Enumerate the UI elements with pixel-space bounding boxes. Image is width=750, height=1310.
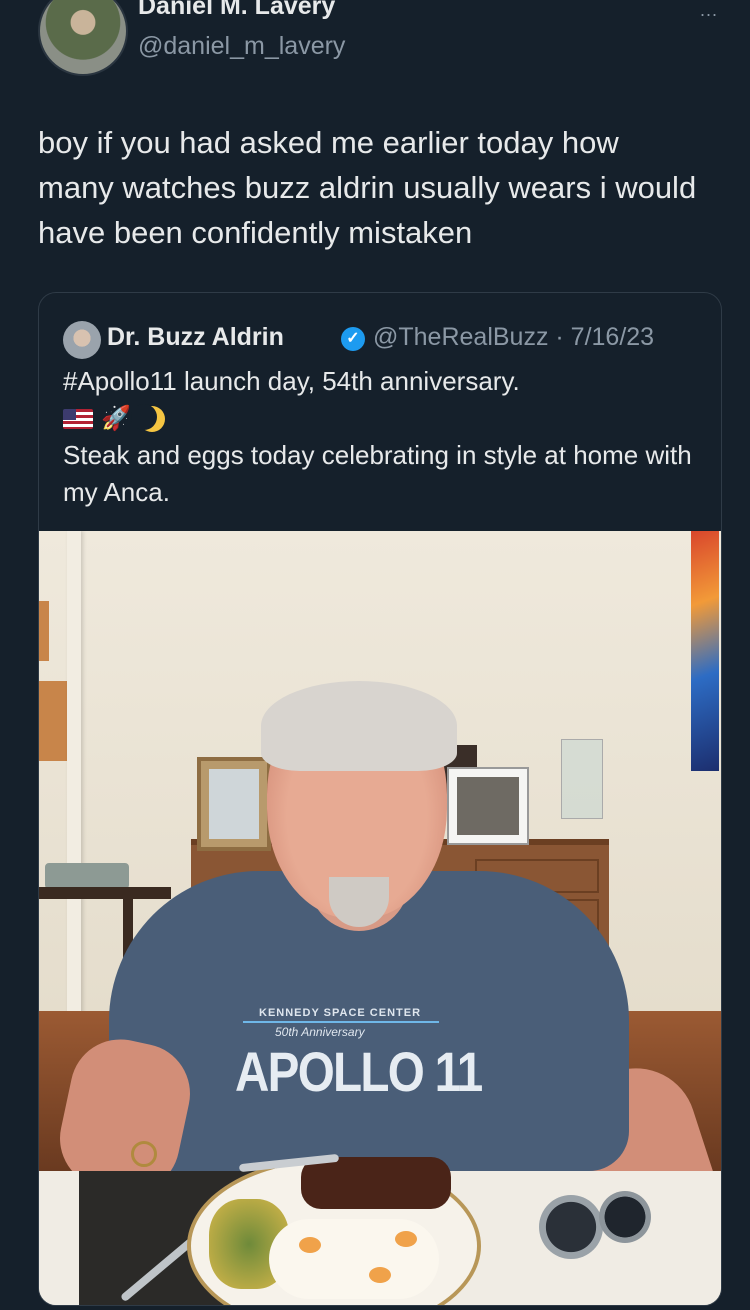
photo-watch bbox=[539, 1195, 603, 1259]
more-options-icon[interactable]: ... bbox=[700, 0, 718, 21]
quoted-tweet-header: Dr. Buzz Aldrin ✓ @TheRealBuzz · 7/16/23 bbox=[63, 317, 713, 359]
shirt-text-anniversary: 50th Anniversary bbox=[275, 1025, 365, 1039]
quoted-author-handle-date[interactable]: @TheRealBuzz · 7/16/23 bbox=[373, 323, 654, 352]
photo-eggs bbox=[269, 1219, 439, 1299]
verified-badge-icon: ✓ bbox=[341, 327, 365, 351]
us-flag-icon bbox=[63, 408, 93, 429]
photo-vases bbox=[45, 863, 129, 889]
crescent-moon-icon bbox=[130, 403, 165, 432]
photo-orange-panel bbox=[39, 681, 69, 761]
photo-ring bbox=[131, 1141, 157, 1167]
photo-side-table bbox=[39, 887, 171, 899]
quoted-author-avatar[interactable] bbox=[63, 321, 101, 359]
author-display-name[interactable]: Daniel M. Lavery bbox=[138, 0, 335, 21]
quoted-text-line1: #Apollo11 launch day, 54th anniversary. bbox=[63, 366, 520, 396]
photo-yolk bbox=[369, 1267, 391, 1283]
photo-door-frame bbox=[67, 531, 81, 1051]
tweet-header: Daniel M. Lavery @daniel_m_lavery ... bbox=[0, 0, 750, 90]
photo-steak bbox=[301, 1157, 451, 1209]
shirt-stripe bbox=[243, 1021, 439, 1023]
photo-orange-panel bbox=[39, 601, 49, 661]
rocket-icon: 🚀 bbox=[101, 405, 131, 432]
shirt-text-apollo: APOLLO 11 bbox=[235, 1040, 483, 1103]
photo-yolk bbox=[299, 1237, 321, 1253]
tweet-text: boy if you had asked me earlier today ho… bbox=[38, 125, 697, 250]
attached-photo[interactable]: KENNEDY SPACE CENTER 50th Anniversary AP… bbox=[39, 531, 721, 1305]
shirt-text-kennedy: KENNEDY SPACE CENTER bbox=[259, 1007, 422, 1019]
quoted-tweet-card[interactable]: Dr. Buzz Aldrin ✓ @TheRealBuzz · 7/16/23… bbox=[38, 292, 722, 1306]
photo-frame bbox=[197, 757, 271, 851]
photo-watch bbox=[599, 1191, 651, 1243]
author-avatar[interactable] bbox=[38, 0, 128, 76]
photo-hair bbox=[261, 681, 457, 771]
author-handle[interactable]: @daniel_m_lavery bbox=[138, 32, 345, 61]
photo-frame bbox=[447, 767, 529, 845]
emoji-row: 🚀 bbox=[63, 400, 703, 437]
quoted-author-name[interactable]: Dr. Buzz Aldrin bbox=[107, 323, 284, 352]
quoted-text-line2: Steak and eggs today celebrating in styl… bbox=[63, 440, 692, 507]
quoted-tweet-text: #Apollo11 launch day, 54th anniversary. … bbox=[63, 363, 703, 511]
photo-yolk bbox=[395, 1231, 417, 1247]
photo-glass-case bbox=[561, 739, 603, 819]
photo-painting bbox=[691, 531, 719, 771]
